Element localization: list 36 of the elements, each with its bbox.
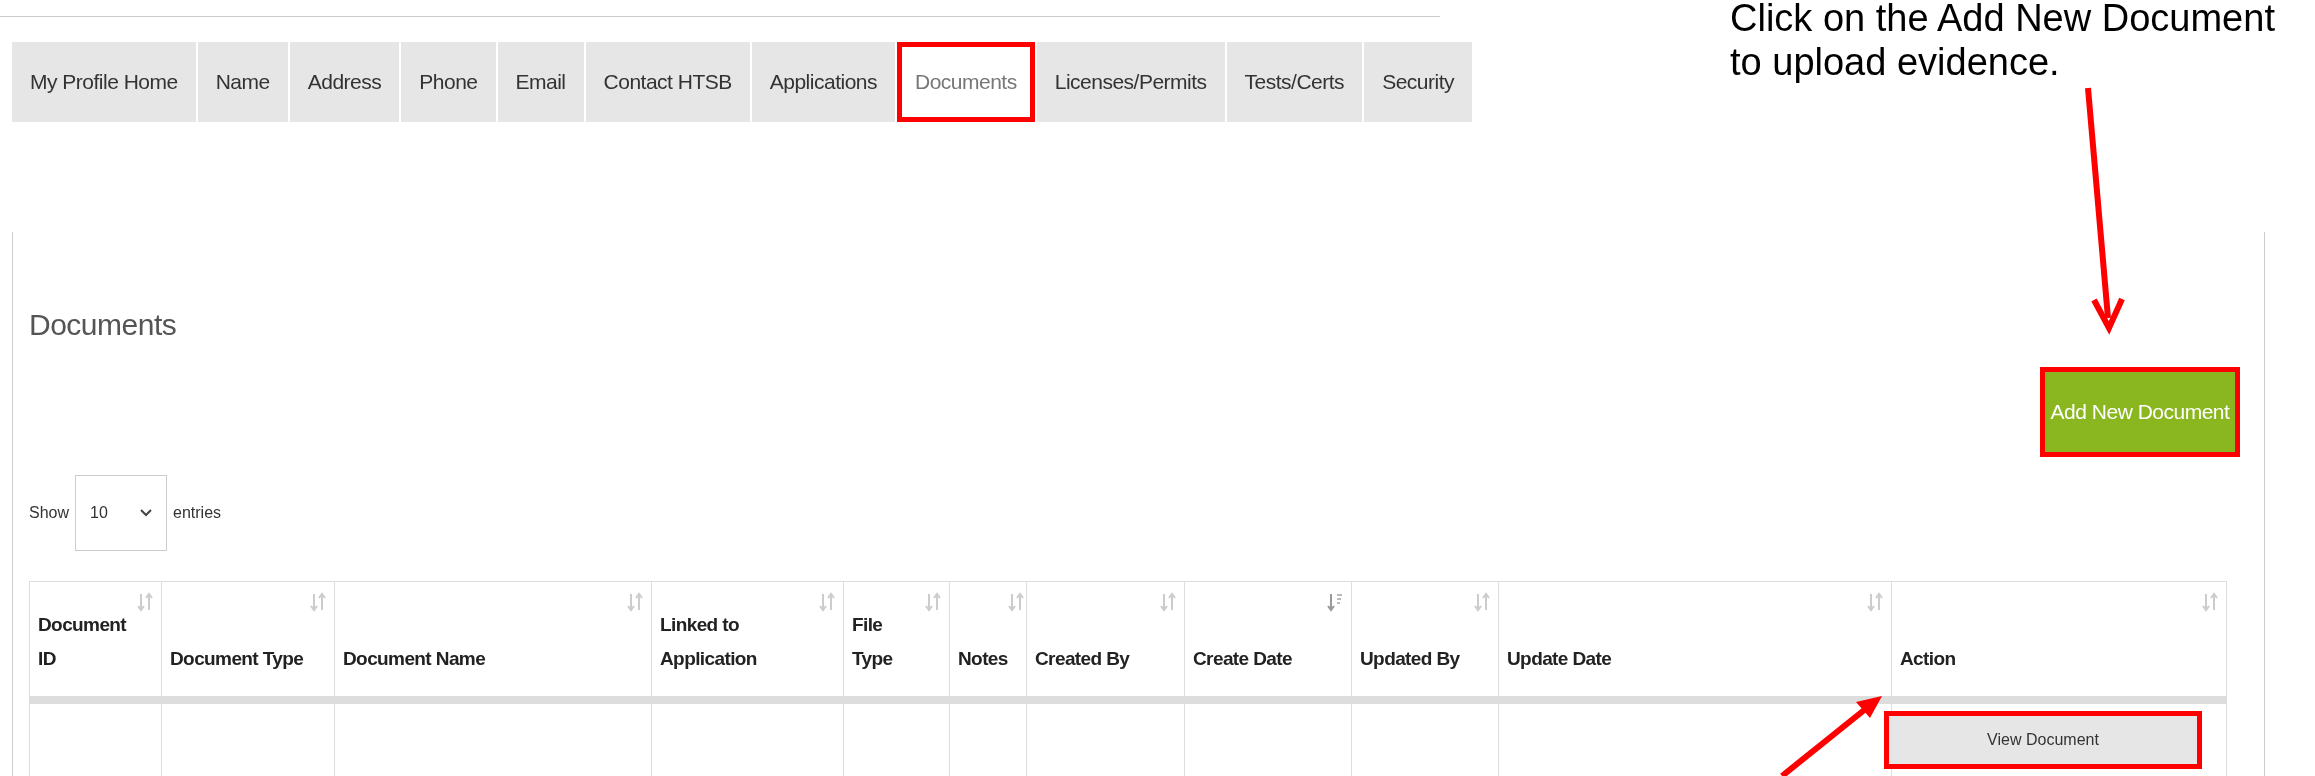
section-heading: Documents	[29, 307, 178, 343]
column-header[interactable]: Create Date	[1193, 641, 1292, 676]
callout-text: Click on the Add New Document to upload evidence.	[1730, 0, 2275, 84]
tab[interactable]: Documents	[897, 42, 1035, 122]
column-header[interactable]: Created By	[1035, 641, 1130, 676]
tab[interactable]: Contact HTSB	[585, 42, 750, 122]
sort-icon[interactable]	[1007, 592, 1024, 612]
column-header[interactable]: Action	[1900, 641, 1956, 676]
tab[interactable]: Name	[197, 42, 288, 122]
view-document-button[interactable]: View Document	[1884, 710, 2202, 769]
show-label: Show	[29, 503, 70, 523]
tab[interactable]: Email	[497, 42, 584, 122]
sort-icon[interactable]	[819, 592, 835, 612]
tab[interactable]: Tests/Certs	[1226, 42, 1363, 122]
sort-icon[interactable]	[2202, 592, 2218, 612]
sort-icon[interactable]	[1327, 592, 1343, 612]
sort-icon[interactable]	[1160, 592, 1176, 612]
column-header[interactable]: Notes	[958, 641, 1008, 676]
column-header[interactable]: Update Date	[1507, 641, 1612, 676]
column-header[interactable]: Document Name	[343, 641, 486, 676]
sort-icon[interactable]	[137, 592, 153, 612]
sort-icon[interactable]	[1867, 592, 1883, 612]
sort-icon[interactable]	[925, 592, 941, 612]
column-header[interactable]: Updated By	[1360, 641, 1460, 676]
tab[interactable]: Address	[289, 42, 400, 122]
entries-label: entries	[173, 503, 222, 523]
entries-select[interactable]: 10	[75, 475, 168, 551]
tab[interactable]: Security	[1364, 42, 1472, 122]
tab[interactable]: Phone	[401, 42, 496, 122]
sort-icon[interactable]	[627, 592, 643, 612]
tab[interactable]: My Profile Home	[12, 42, 196, 122]
tab[interactable]: Applications	[751, 42, 895, 122]
tab[interactable]: Licenses/Permits	[1036, 42, 1225, 122]
chevron-down-icon	[140, 509, 153, 517]
sort-icon[interactable]	[310, 592, 326, 612]
sort-icon[interactable]	[1474, 592, 1490, 612]
